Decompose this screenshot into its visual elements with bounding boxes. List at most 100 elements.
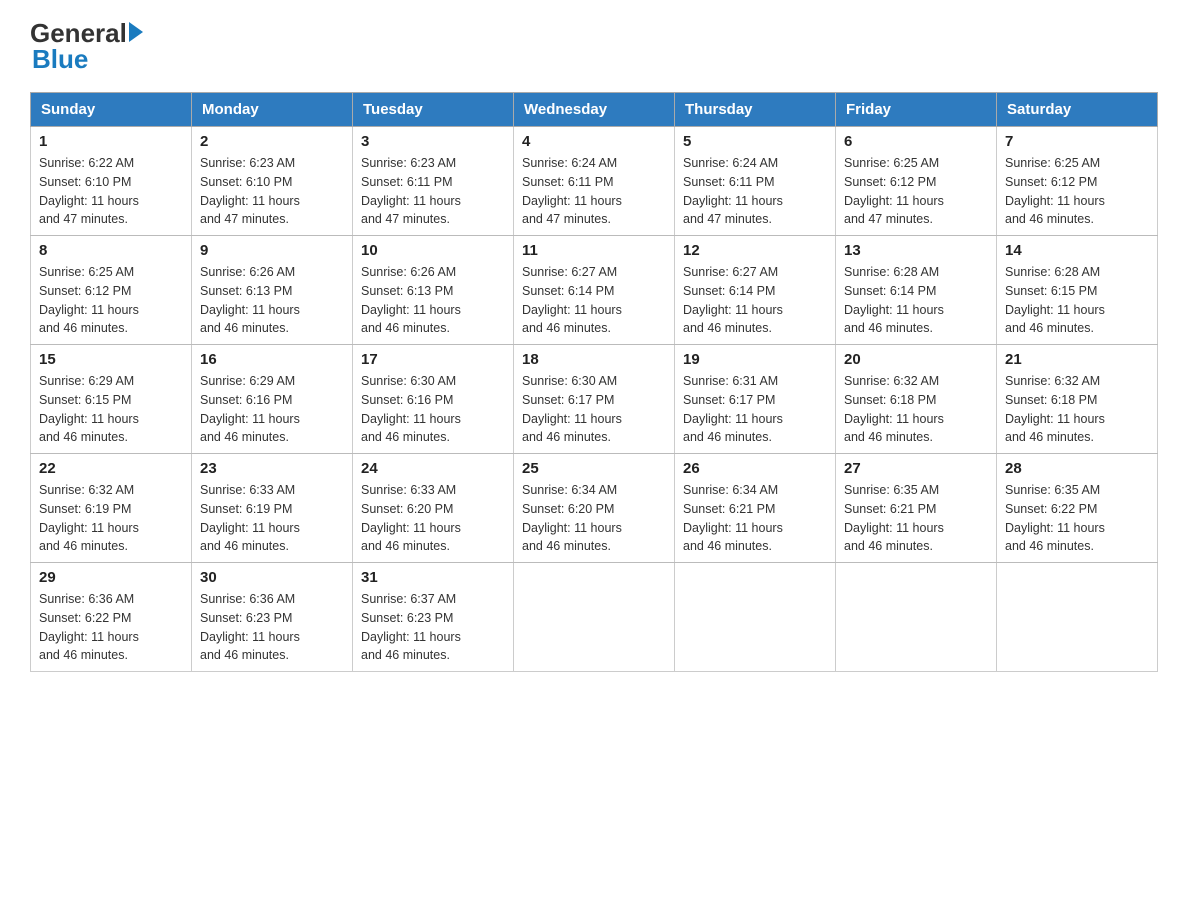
calendar-cell: 11 Sunrise: 6:27 AMSunset: 6:14 PMDayligh… [514, 236, 675, 345]
logo: General Blue [30, 20, 143, 72]
day-number: 4 [522, 133, 666, 150]
day-info: Sunrise: 6:30 AMSunset: 6:16 PMDaylight:… [361, 372, 505, 447]
day-info: Sunrise: 6:28 AMSunset: 6:14 PMDaylight:… [844, 263, 988, 338]
day-number: 11 [522, 242, 666, 259]
day-number: 31 [361, 569, 505, 586]
calendar-cell: 31 Sunrise: 6:37 AMSunset: 6:23 PMDayligh… [353, 563, 514, 672]
calendar-cell: 29 Sunrise: 6:36 AMSunset: 6:22 PMDayligh… [31, 563, 192, 672]
day-info: Sunrise: 6:30 AMSunset: 6:17 PMDaylight:… [522, 372, 666, 447]
calendar-cell: 6Sunrise: 6:25 AMSunset: 6:12 PMDaylight… [836, 127, 997, 236]
day-info: Sunrise: 6:23 AMSunset: 6:11 PMDaylight:… [361, 154, 505, 229]
day-number: 9 [200, 242, 344, 259]
calendar-cell [997, 563, 1158, 672]
day-number: 2 [200, 133, 344, 150]
day-number: 3 [361, 133, 505, 150]
day-info: Sunrise: 6:22 AMSunset: 6:10 PMDaylight:… [39, 154, 183, 229]
weekday-header-monday: Monday [192, 93, 353, 127]
calendar-cell [675, 563, 836, 672]
day-number: 1 [39, 133, 183, 150]
day-info: Sunrise: 6:31 AMSunset: 6:17 PMDaylight:… [683, 372, 827, 447]
day-number: 27 [844, 460, 988, 477]
calendar-cell: 26Sunrise: 6:34 AMSunset: 6:21 PMDayligh… [675, 454, 836, 563]
day-number: 8 [39, 242, 183, 259]
calendar-week-row: 15Sunrise: 6:29 AMSunset: 6:15 PMDayligh… [31, 345, 1158, 454]
day-number: 16 [200, 351, 344, 368]
weekday-header-tuesday: Tuesday [353, 93, 514, 127]
calendar-cell: 17 Sunrise: 6:30 AMSunset: 6:16 PMDayligh… [353, 345, 514, 454]
calendar-cell: 4Sunrise: 6:24 AMSunset: 6:11 PMDaylight… [514, 127, 675, 236]
calendar-cell: 16 Sunrise: 6:29 AMSunset: 6:16 PMDayligh… [192, 345, 353, 454]
weekday-header-friday: Friday [836, 93, 997, 127]
weekday-header-thursday: Thursday [675, 93, 836, 127]
day-info: Sunrise: 6:28 AMSunset: 6:15 PMDaylight:… [1005, 263, 1149, 338]
calendar-cell: 10 Sunrise: 6:26 AMSunset: 6:13 PMDayligh… [353, 236, 514, 345]
day-number: 23 [200, 460, 344, 477]
day-info: Sunrise: 6:29 AMSunset: 6:15 PMDaylight:… [39, 372, 183, 447]
calendar-cell: 23 Sunrise: 6:33 AMSunset: 6:19 PMDayligh… [192, 454, 353, 563]
day-info: Sunrise: 6:34 AMSunset: 6:20 PMDaylight:… [522, 481, 666, 556]
day-number: 26 [683, 460, 827, 477]
calendar-week-row: 29 Sunrise: 6:36 AMSunset: 6:22 PMDayligh… [31, 563, 1158, 672]
day-number: 5 [683, 133, 827, 150]
calendar-week-row: 8Sunrise: 6:25 AMSunset: 6:12 PMDaylight… [31, 236, 1158, 345]
calendar-cell [836, 563, 997, 672]
day-info: Sunrise: 6:24 AMSunset: 6:11 PMDaylight:… [683, 154, 827, 229]
calendar-cell: 20Sunrise: 6:32 AMSunset: 6:18 PMDayligh… [836, 345, 997, 454]
day-number: 6 [844, 133, 988, 150]
day-number: 14 [1005, 242, 1149, 259]
weekday-header-saturday: Saturday [997, 93, 1158, 127]
calendar-table: SundayMondayTuesdayWednesdayThursdayFrid… [30, 92, 1158, 672]
day-number: 13 [844, 242, 988, 259]
logo-blue: Blue [32, 46, 143, 72]
day-number: 17 [361, 351, 505, 368]
weekday-header-sunday: Sunday [31, 93, 192, 127]
day-info: Sunrise: 6:35 AMSunset: 6:21 PMDaylight:… [844, 481, 988, 556]
calendar-cell: 22 Sunrise: 6:32 AMSunset: 6:19 PMDayligh… [31, 454, 192, 563]
day-info: Sunrise: 6:25 AMSunset: 6:12 PMDaylight:… [1005, 154, 1149, 229]
calendar-cell: 8Sunrise: 6:25 AMSunset: 6:12 PMDaylight… [31, 236, 192, 345]
day-number: 28 [1005, 460, 1149, 477]
page-header: General Blue [30, 20, 1158, 72]
day-info: Sunrise: 6:37 AMSunset: 6:23 PMDaylight:… [361, 590, 505, 665]
day-number: 20 [844, 351, 988, 368]
day-info: Sunrise: 6:29 AMSunset: 6:16 PMDaylight:… [200, 372, 344, 447]
day-number: 24 [361, 460, 505, 477]
calendar-week-row: 1 Sunrise: 6:22 AMSunset: 6:10 PMDaylight… [31, 127, 1158, 236]
day-number: 18 [522, 351, 666, 368]
day-info: Sunrise: 6:26 AMSunset: 6:13 PMDaylight:… [200, 263, 344, 338]
day-info: Sunrise: 6:27 AMSunset: 6:14 PMDaylight:… [522, 263, 666, 338]
calendar-cell: 18 Sunrise: 6:30 AMSunset: 6:17 PMDayligh… [514, 345, 675, 454]
day-info: Sunrise: 6:26 AMSunset: 6:13 PMDaylight:… [361, 263, 505, 338]
day-info: Sunrise: 6:36 AMSunset: 6:22 PMDaylight:… [39, 590, 183, 665]
day-number: 7 [1005, 133, 1149, 150]
day-number: 21 [1005, 351, 1149, 368]
day-number: 25 [522, 460, 666, 477]
calendar-cell: 27 Sunrise: 6:35 AMSunset: 6:21 PMDayligh… [836, 454, 997, 563]
calendar-cell: 30 Sunrise: 6:36 AMSunset: 6:23 PMDayligh… [192, 563, 353, 672]
day-number: 22 [39, 460, 183, 477]
day-number: 12 [683, 242, 827, 259]
calendar-cell: 1 Sunrise: 6:22 AMSunset: 6:10 PMDaylight… [31, 127, 192, 236]
calendar-week-row: 22 Sunrise: 6:32 AMSunset: 6:19 PMDayligh… [31, 454, 1158, 563]
calendar-cell: 9 Sunrise: 6:26 AMSunset: 6:13 PMDaylight… [192, 236, 353, 345]
day-info: Sunrise: 6:35 AMSunset: 6:22 PMDaylight:… [1005, 481, 1149, 556]
day-number: 30 [200, 569, 344, 586]
calendar-cell: 15Sunrise: 6:29 AMSunset: 6:15 PMDayligh… [31, 345, 192, 454]
day-number: 29 [39, 569, 183, 586]
calendar-cell: 14 Sunrise: 6:28 AMSunset: 6:15 PMDayligh… [997, 236, 1158, 345]
day-info: Sunrise: 6:27 AMSunset: 6:14 PMDaylight:… [683, 263, 827, 338]
calendar-cell: 25 Sunrise: 6:34 AMSunset: 6:20 PMDayligh… [514, 454, 675, 563]
day-number: 19 [683, 351, 827, 368]
day-number: 10 [361, 242, 505, 259]
calendar-cell: 19 Sunrise: 6:31 AMSunset: 6:17 PMDayligh… [675, 345, 836, 454]
calendar-cell: 21 Sunrise: 6:32 AMSunset: 6:18 PMDayligh… [997, 345, 1158, 454]
day-info: Sunrise: 6:32 AMSunset: 6:18 PMDaylight:… [1005, 372, 1149, 447]
day-info: Sunrise: 6:23 AMSunset: 6:10 PMDaylight:… [200, 154, 344, 229]
calendar-cell: 24Sunrise: 6:33 AMSunset: 6:20 PMDayligh… [353, 454, 514, 563]
calendar-cell: 28 Sunrise: 6:35 AMSunset: 6:22 PMDayligh… [997, 454, 1158, 563]
day-info: Sunrise: 6:32 AMSunset: 6:19 PMDaylight:… [39, 481, 183, 556]
calendar-cell: 12 Sunrise: 6:27 AMSunset: 6:14 PMDayligh… [675, 236, 836, 345]
day-info: Sunrise: 6:36 AMSunset: 6:23 PMDaylight:… [200, 590, 344, 665]
logo-general: General [30, 20, 127, 46]
day-info: Sunrise: 6:33 AMSunset: 6:19 PMDaylight:… [200, 481, 344, 556]
